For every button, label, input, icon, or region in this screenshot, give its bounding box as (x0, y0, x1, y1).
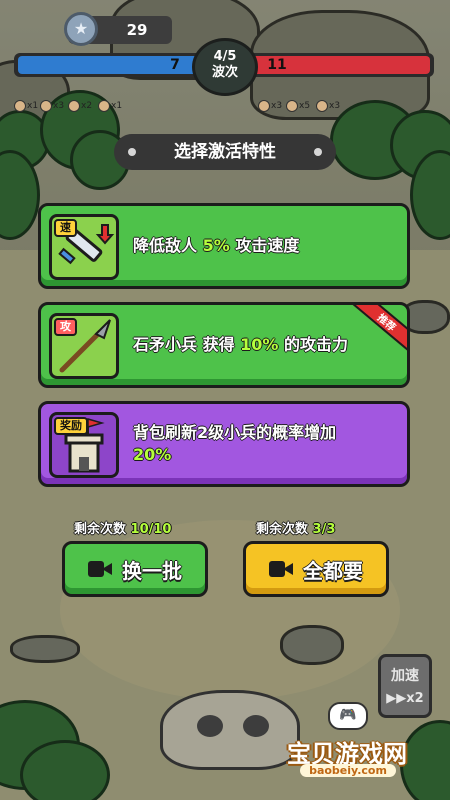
trait-option-refresh-chance[interactable]: 奖励 背包刷新2级小兵的概率增加 20% (38, 401, 410, 487)
unit-avatar-icon (40, 100, 52, 112)
video-ad-icon (269, 560, 293, 578)
refresh-label: 换一批 (122, 558, 182, 583)
wave-count: 4/5 (213, 49, 237, 64)
ally-count: 7 (170, 57, 180, 73)
enemy-unit-chip: x3 (258, 98, 282, 114)
speed-tag: 速 (54, 219, 77, 237)
unit-count: x3 (329, 101, 341, 111)
reward-tag: 奖励 (54, 417, 88, 435)
remaining-label: 剩余次数 (74, 522, 127, 537)
trait-value: 10% (240, 335, 279, 354)
trait-text: 降低敌人 (133, 236, 203, 255)
unit-avatar-icon (68, 100, 80, 112)
unit-avatar-icon (98, 100, 110, 112)
speed-multiplier: ▶▶x2 (386, 691, 424, 706)
ally-unit-chip: x2 (68, 98, 92, 114)
unit-count: x1 (27, 101, 39, 111)
remaining-value: 10/10 (130, 522, 172, 537)
take-all-remaining: 剩余次数 3/3 (256, 518, 335, 537)
coin-count: 29 (126, 21, 148, 39)
unit-avatar-icon (14, 100, 26, 112)
unit-count: x2 (81, 101, 93, 111)
unit-count: x1 (111, 101, 123, 111)
speed-label: 加速 (391, 668, 419, 684)
sword-speed-down-icon: 速 (49, 214, 119, 280)
trait-value: 5% (202, 236, 230, 255)
trait-value: 20% (133, 445, 172, 464)
trait-option-spear-attack[interactable]: 攻 石矛小兵 获得 10% 的攻击力 推荐 (38, 302, 410, 388)
unit-avatar-icon (316, 100, 328, 112)
unit-count: x5 (299, 101, 311, 111)
trait-description: 背包刷新2级小兵的概率增加 20% (133, 404, 403, 484)
unit-avatar-icon (258, 100, 270, 112)
enemy-unit-chip: x3 (316, 98, 340, 114)
trait-description: 降低敌人 5% 攻击速度 (133, 206, 403, 286)
take-all-label: 全都要 (303, 558, 363, 583)
spear-icon: 攻 (49, 313, 119, 379)
speed-up-button[interactable]: 加速 ▶▶x2 (378, 654, 432, 718)
trait-text: 攻击速度 (229, 236, 300, 255)
title-text: 选择激活特性 (174, 142, 276, 162)
ally-unit-chip: x3 (40, 98, 64, 114)
gamepad-icon: 🎮 (328, 702, 368, 730)
watermark-url: baobeiy.com (300, 764, 396, 777)
remaining-value: 3/3 (312, 522, 336, 537)
refresh-options-button[interactable]: 换一批 (62, 541, 208, 597)
ally-unit-chip: x1 (98, 98, 122, 114)
trait-text: 背包刷新2级小兵的概率增加 (133, 423, 337, 442)
trait-option-attack-speed[interactable]: 速 降低敌人 5% 攻击速度 (38, 203, 410, 289)
enemy-unit-chip: x5 (286, 98, 310, 114)
wave-label: 波次 (211, 65, 238, 80)
unit-avatar-icon (286, 100, 298, 112)
enemy-count: 11 (267, 57, 287, 73)
unit-count: x3 (53, 101, 65, 111)
take-all-button[interactable]: 全都要 (243, 541, 389, 597)
select-trait-title: 选择激活特性 (114, 134, 336, 170)
wave-badge: 4/5 波次 (192, 38, 258, 96)
video-ad-icon (88, 560, 112, 578)
ally-unit-chip: x1 (14, 98, 38, 114)
unit-count: x3 (271, 101, 283, 111)
trait-text: 石矛小兵 获得 (133, 335, 241, 354)
castle-flag-icon: 奖励 (49, 412, 119, 478)
trait-description: 石矛小兵 获得 10% 的攻击力 (133, 305, 403, 385)
attack-tag: 攻 (54, 318, 77, 336)
remaining-label: 剩余次数 (256, 522, 309, 537)
refresh-remaining: 剩余次数 10/10 (74, 518, 171, 537)
star-icon: ★ (64, 12, 98, 46)
trait-text: 的攻击力 (278, 335, 349, 354)
